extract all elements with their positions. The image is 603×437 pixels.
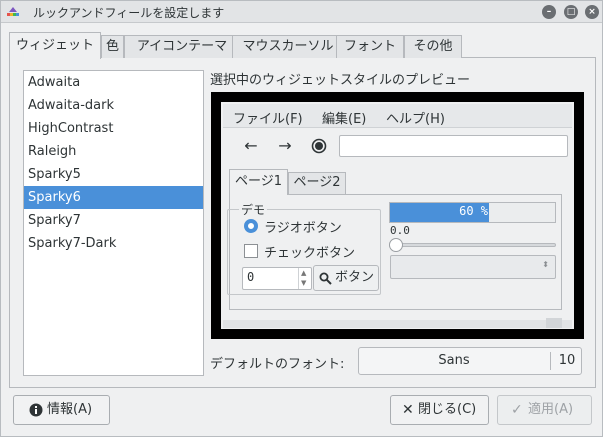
tab-other[interactable]: その他 xyxy=(404,35,462,58)
font-name: Sans xyxy=(438,353,470,368)
theme-item-raleigh[interactable]: Raleigh xyxy=(24,140,203,163)
preview-tab-page1[interactable]: ページ1 xyxy=(229,169,288,195)
radio-label: ラジオボタン xyxy=(264,221,342,236)
theme-item-adwaita[interactable]: Adwaita xyxy=(24,71,203,94)
spin-down-icon[interactable]: ▼ xyxy=(301,279,306,287)
close-x-icon: ✕ xyxy=(402,402,414,418)
spin-button[interactable]: 0 ▲ ▼ xyxy=(242,267,312,290)
spin-arrows[interactable]: ▲ ▼ xyxy=(298,268,311,289)
theme-item-adwaita-dark[interactable]: Adwaita-dark xyxy=(24,94,203,117)
preview-entry[interactable] xyxy=(339,135,568,157)
minimize-icon: – xyxy=(546,7,552,17)
preview-button[interactable]: ボタン xyxy=(313,265,379,291)
preview-button-label: ボタン xyxy=(335,270,375,285)
preview-toolbar: ← → xyxy=(223,129,572,163)
maximize-button[interactable]: □ xyxy=(564,5,578,19)
info-button[interactable]: 情報(A) xyxy=(13,395,110,425)
back-arrow-icon[interactable]: ← xyxy=(241,136,261,156)
progress-bar: 60 % xyxy=(389,202,556,223)
info-icon xyxy=(29,403,43,417)
maximize-icon: □ xyxy=(566,7,576,17)
record-icon[interactable] xyxy=(309,136,329,156)
tab-color[interactable]: 色 xyxy=(101,35,124,58)
close-button[interactable]: ✕ 閉じる(C) xyxy=(390,395,489,425)
close-icon: × xyxy=(588,7,596,17)
title-bar[interactable]: ルックアンドフィールを設定します – □ × xyxy=(1,1,602,23)
theme-item-highcontrast[interactable]: HighContrast xyxy=(24,117,203,140)
font-separator xyxy=(550,352,551,370)
default-font-label: デフォルトのフォント: xyxy=(210,357,345,372)
theme-item-sparky5[interactable]: Sparky5 xyxy=(24,163,203,186)
preview-menu-help[interactable]: ヘルプ(H) xyxy=(386,108,445,127)
theme-list[interactable]: Adwaita Adwaita-dark HighContrast Raleig… xyxy=(23,70,204,376)
tab-mouse-cursor[interactable]: マウスカーソル xyxy=(232,35,344,58)
scale-value: 0.0 xyxy=(390,224,410,237)
palette-icon xyxy=(7,7,19,16)
theme-item-sparky6[interactable]: Sparky6 xyxy=(24,186,203,209)
checkmark-icon: ✓ xyxy=(511,402,523,418)
tab-widget[interactable]: ウィジェット xyxy=(9,32,101,59)
font-chooser-button[interactable]: Sans 10 xyxy=(358,347,582,375)
preview-statusbar xyxy=(223,320,572,328)
forward-arrow-icon[interactable]: → xyxy=(275,136,295,156)
theme-item-sparky7-dark[interactable]: Sparky7-Dark xyxy=(24,232,203,255)
radio-button[interactable] xyxy=(244,219,258,233)
close-button-label: 閉じる(C) xyxy=(418,402,477,417)
progress-text: 60 % xyxy=(459,204,488,218)
search-icon xyxy=(319,272,332,285)
preview-menu-file[interactable]: ファイル(F) xyxy=(233,108,303,127)
scale-trough[interactable] xyxy=(391,243,556,247)
preview-menubar: ファイル(F) 編集(E) ヘルプ(H) xyxy=(223,104,572,128)
spin-up-icon[interactable]: ▲ xyxy=(301,269,306,277)
preview-menu-edit[interactable]: 編集(E) xyxy=(322,108,366,127)
tab-icon-theme[interactable]: アイコンテーマ xyxy=(124,35,240,58)
font-size: 10 xyxy=(558,353,576,368)
preview-tab-page2[interactable]: ページ2 xyxy=(288,172,346,194)
close-window-button[interactable]: × xyxy=(585,5,599,19)
preview-combobox[interactable]: ⬍ xyxy=(390,255,556,279)
scale-knob[interactable] xyxy=(389,238,403,252)
info-button-label: 情報(A) xyxy=(47,402,93,417)
tab-font[interactable]: フォント xyxy=(336,35,404,58)
apply-button-label: 適用(A) xyxy=(528,402,574,417)
apply-button[interactable]: ✓ 適用(A) xyxy=(497,395,592,425)
check-label: チェックボタン xyxy=(264,246,356,261)
demo-label: デモ xyxy=(239,201,268,218)
appearance-window: ルックアンドフィールを設定します – □ × ウィジェット 色 アイコンテーマ … xyxy=(0,0,603,437)
spin-value: 0 xyxy=(247,270,255,284)
theme-item-sparky7[interactable]: Sparky7 xyxy=(24,209,203,232)
minimize-button[interactable]: – xyxy=(542,5,556,19)
preview-label: 選択中のウィジェットスタイルのプレビュー xyxy=(210,73,471,88)
check-button[interactable] xyxy=(244,244,258,258)
preview-scroll-grip xyxy=(546,318,562,328)
window-title: ルックアンドフィールを設定します xyxy=(33,6,225,20)
combo-arrows-icon: ⬍ xyxy=(542,260,549,269)
